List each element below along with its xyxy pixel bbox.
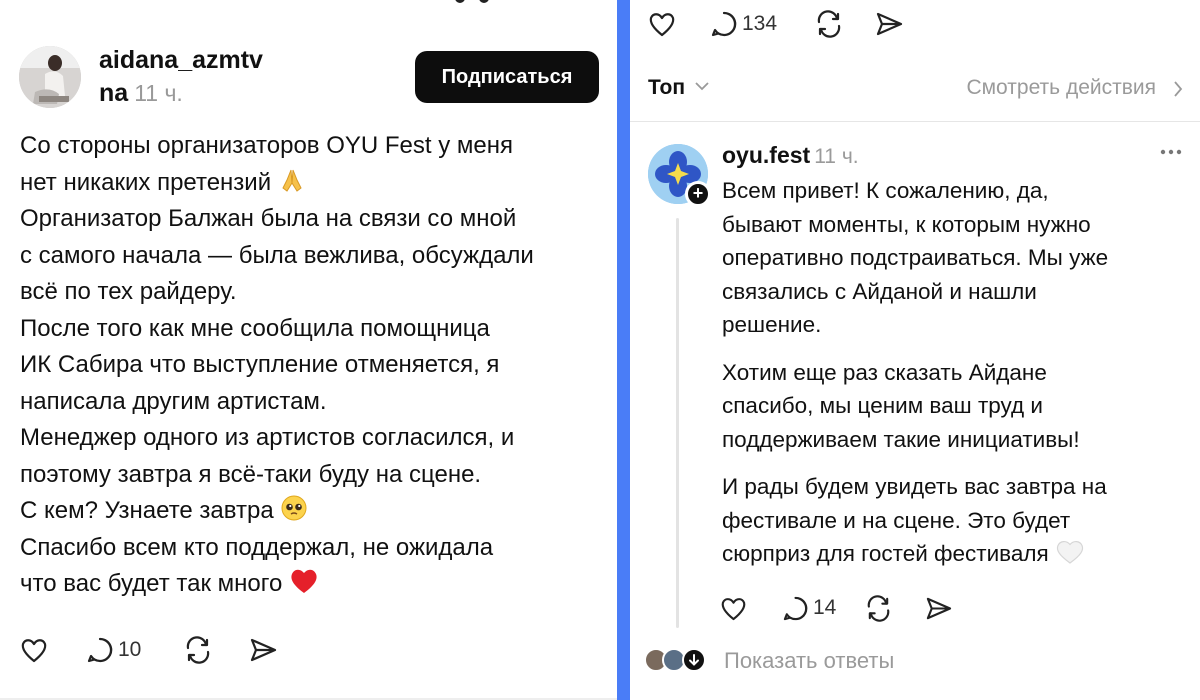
post-action-bar: 10 <box>20 630 320 670</box>
post-panel: aidana_azmtv na 11 ч. Подписаться Со стор… <box>0 0 617 700</box>
comment-icon <box>87 637 113 663</box>
panel-divider <box>617 0 630 700</box>
repost-button[interactable] <box>183 630 213 670</box>
more-options-icon[interactable] <box>1160 148 1182 156</box>
like-button[interactable] <box>720 588 747 628</box>
thread-line <box>676 218 679 628</box>
post-line: Менеджер одного из артистов согласился, … <box>20 424 515 451</box>
reply-timestamp: 11 ч. <box>814 145 859 168</box>
divider-line <box>630 121 1200 122</box>
original-post-action-bar: 134 <box>648 4 948 40</box>
author-username-line2[interactable]: na 11 ч. <box>99 79 183 108</box>
view-activity-link[interactable]: Смотреть действия <box>966 76 1156 100</box>
post-line: Со стороны организаторов OYU Fest у меня <box>20 132 514 159</box>
share-button[interactable] <box>924 588 953 628</box>
reply-count: 134 <box>742 12 778 35</box>
author-username[interactable]: aidana_azmtv <box>99 46 263 75</box>
repost-button[interactable] <box>814 4 844 44</box>
like-button[interactable] <box>648 4 676 44</box>
reply-line: И рады будем увидеть вас завтра на <box>722 474 1107 499</box>
post-line: поэтому завтра я всё-таки буду на сцене. <box>20 460 482 488</box>
reply-line: бывают моменты, к которым нужно <box>722 211 1091 237</box>
comment-icon <box>711 11 737 37</box>
reply-line: спасибо, мы ценим ваш труд и <box>722 393 1043 418</box>
heart-icon <box>721 597 746 620</box>
reply-text: Всем привет! К сожалению, да, бывают мом… <box>722 174 1192 571</box>
chevron-right-icon[interactable] <box>1172 80 1184 98</box>
replies-sort-bar: Топ Смотреть действия <box>648 72 1200 106</box>
show-replies-link[interactable]: Показать ответы <box>724 648 894 674</box>
post-line: ИК Сабира что выступление отменяется, я <box>20 351 500 378</box>
post-line: всё по тех райдеру. <box>20 278 237 305</box>
send-icon <box>876 12 903 36</box>
share-button[interactable] <box>248 630 278 670</box>
show-replies-row[interactable]: Показать ответы <box>644 645 1044 677</box>
reply-line: Всем привет! К сожалению, да, <box>722 178 1049 203</box>
reply-author-username[interactable]: oyu.fest 11 ч. <box>722 142 859 169</box>
repost-icon <box>817 10 841 38</box>
comment-icon <box>783 596 808 620</box>
post-line: с самого начала — была вежлива, обсуждал… <box>20 241 534 269</box>
reply-button[interactable]: 14 <box>782 588 836 628</box>
post-timestamp: 11 ч. <box>134 80 183 106</box>
reply-line: решение. <box>722 312 822 337</box>
sort-dropdown[interactable]: Топ <box>648 76 685 100</box>
post-line: Организатор Балжан была на связи со мной <box>20 205 517 232</box>
reply-count: 14 <box>813 596 837 619</box>
reply-line: оперативно подстраиваться. Мы уже <box>722 245 1109 270</box>
repost-button[interactable] <box>864 588 893 628</box>
post-line: написала другим артистам. <box>20 387 327 415</box>
reply-button[interactable]: 10 <box>86 630 141 670</box>
repost-icon <box>186 636 210 664</box>
red-heart-emoji <box>291 569 317 593</box>
post-line: что вас будет так много <box>20 566 610 603</box>
post-line: Спасибо всем кто поддержал, не ожидала <box>20 533 494 561</box>
repost-icon <box>867 594 890 622</box>
heart-icon <box>649 13 675 37</box>
cropped-top-icons <box>455 0 595 6</box>
reply-count: 10 <box>118 638 142 661</box>
heart-icon <box>21 639 47 663</box>
chevron-down-icon[interactable] <box>694 80 710 92</box>
send-icon <box>926 597 952 619</box>
folded-hands-emoji <box>282 169 302 192</box>
reply-button[interactable]: 134 <box>710 4 777 44</box>
reply-line: фестивале и на сцене. Это будет <box>722 507 1071 533</box>
post-text: Со стороны организаторов OYU Fest у меня… <box>20 128 610 603</box>
arrow-down-icon <box>682 648 706 672</box>
reply-line: поддерживаем такие инициативы! <box>722 426 1080 452</box>
like-button[interactable] <box>20 630 48 670</box>
replies-panel: 134 Топ Смотреть действия + oyu.fest 11 ч… <box>630 0 1200 700</box>
white-heart-emoji <box>1056 541 1084 564</box>
pleading-face-emoji <box>281 495 307 521</box>
reply-line: сюрприз для гостей фестиваля <box>722 537 1192 571</box>
send-icon <box>250 638 277 662</box>
post-line: После того как мне сообщила помощница <box>20 314 490 342</box>
author-avatar[interactable] <box>19 46 81 108</box>
post-line: нет никаких претензий <box>20 165 610 202</box>
reply-line: связались с Айданой и нашли <box>722 278 1037 304</box>
share-button[interactable] <box>874 4 904 44</box>
reply-line: Хотим еще раз сказать Айдане <box>722 359 1047 385</box>
follow-plus-icon[interactable]: + <box>685 181 711 207</box>
follow-button[interactable]: Подписаться <box>415 51 599 103</box>
reply-action-bar: 14 <box>720 588 1020 626</box>
post-line: С кем? Узнаете завтра <box>20 493 610 530</box>
